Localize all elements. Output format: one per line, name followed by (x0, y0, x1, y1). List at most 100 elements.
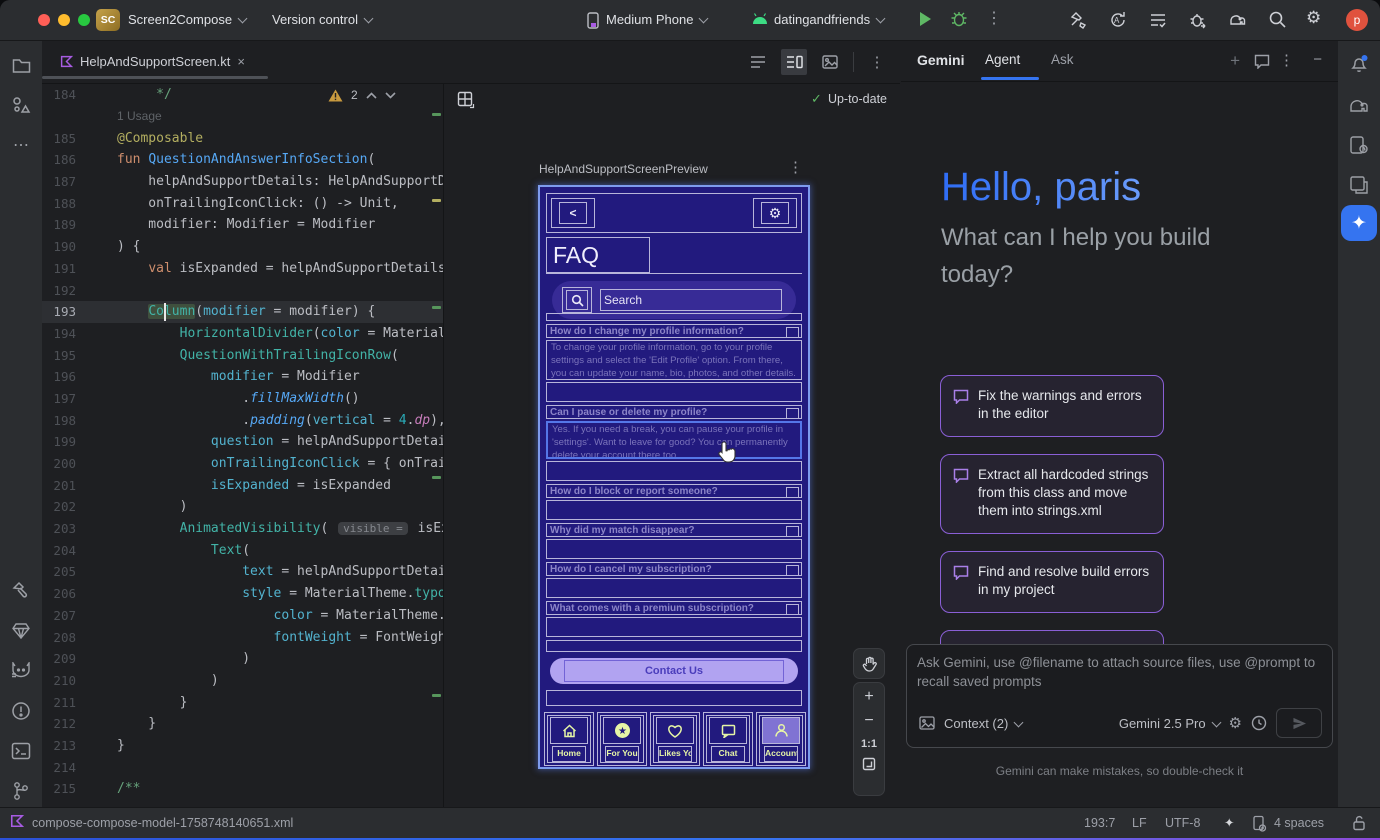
code-line[interactable]: 209 ) (42, 648, 443, 670)
logcat-icon[interactable] (9, 659, 33, 683)
design-view-button[interactable] (817, 49, 843, 75)
layout-inspector-icon[interactable] (1347, 173, 1371, 197)
nav-chat[interactable]: Chat (703, 712, 753, 766)
code-style-icon[interactable] (1252, 815, 1267, 840)
split-view-button[interactable] (781, 49, 807, 75)
zoom-out-button[interactable]: − (864, 711, 873, 731)
code-view-button[interactable] (745, 49, 771, 75)
project-selector[interactable]: Screen2Compose (128, 0, 246, 40)
suggestion-card[interactable]: Extract all hardcoded strings from this … (940, 454, 1164, 534)
nav-for-you[interactable]: ★ For You (597, 712, 647, 766)
gemini-icon[interactable]: ✦ (1341, 205, 1377, 241)
code-line[interactable]: 200 onTrailingIconClick = { onTrai (42, 453, 443, 475)
send-button[interactable] (1276, 708, 1322, 738)
faq-question[interactable]: Can I pause or delete my profile? (546, 405, 802, 419)
prompt-input-box[interactable]: Context (2) Gemini 2.5 Pro ⚙ (906, 644, 1333, 748)
notifications-icon[interactable] (1347, 52, 1371, 76)
preview-name[interactable]: HelpAndSupportScreenPreview (539, 162, 708, 176)
chat-history-icon[interactable] (1254, 54, 1270, 69)
code-line[interactable]: 201 isExpanded = isExpanded (42, 474, 443, 496)
code-line[interactable]: 192 (42, 279, 443, 301)
code-line[interactable]: 195 QuestionWithTrailingIconRow( (42, 344, 443, 366)
window-close-button[interactable] (38, 14, 50, 26)
search-input[interactable]: Search (600, 289, 782, 311)
panel-options-kebab[interactable]: ⋮ (1279, 51, 1294, 69)
code-line[interactable]: 205 text = helpAndSupportDetai (42, 561, 443, 583)
gradle-sync-icon[interactable] (1228, 10, 1248, 30)
prev-problem-icon[interactable] (366, 92, 377, 99)
user-avatar[interactable]: p (1346, 9, 1368, 31)
ai-sparkle-icon[interactable]: ✦ (1224, 808, 1234, 838)
caret-position[interactable]: 193:7 (1084, 808, 1115, 838)
hide-panel-icon[interactable]: − (1313, 51, 1322, 68)
code-line[interactable]: 202 ) (42, 496, 443, 518)
settings-button[interactable]: ⚙ (753, 198, 797, 228)
problems-icon[interactable] (9, 699, 33, 723)
nav-account[interactable]: Account (756, 712, 806, 766)
zoom-actual-button[interactable]: 1:1 (861, 735, 877, 753)
close-icon[interactable]: × (237, 54, 245, 69)
code-line[interactable]: 215/** (42, 778, 443, 800)
indent-setting[interactable]: 4 spaces (1274, 808, 1324, 838)
suggestion-card[interactable]: Find and resolve build errors in my proj… (940, 551, 1164, 613)
faq-question[interactable]: How do I cancel my subscription? (546, 562, 802, 576)
window-minimize-button[interactable] (58, 14, 70, 26)
context-selector[interactable]: Context (2) (944, 716, 1022, 731)
inspection-widget[interactable]: 2 (328, 88, 396, 102)
code-line[interactable]: 214 (42, 756, 443, 778)
code-line[interactable]: 204 Text( (42, 539, 443, 561)
code-line[interactable]: 211 } (42, 691, 443, 713)
more-tool-windows-icon[interactable]: ⋯ (9, 133, 33, 157)
faq-answer-selected[interactable]: Yes. If you need a break, you can pause … (546, 421, 802, 459)
expand-icon[interactable] (786, 526, 799, 538)
code-line[interactable]: 186fun QuestionAndAnswerInfoSection( (42, 149, 443, 171)
file-encoding[interactable]: UTF-8 (1165, 808, 1200, 838)
prompt-input[interactable] (915, 651, 1324, 707)
debug-button[interactable] (950, 10, 968, 28)
code-line[interactable]: 206 style = MaterialTheme.typo (42, 583, 443, 605)
task-list-icon[interactable] (1148, 10, 1168, 30)
expand-icon[interactable] (786, 565, 799, 577)
expand-icon[interactable] (786, 604, 799, 616)
code-line[interactable]: 208 fontWeight = FontWeigh (42, 626, 443, 648)
app-quality-insights-icon[interactable] (9, 619, 33, 643)
project-folder-icon[interactable] (9, 53, 33, 77)
history-icon[interactable] (1251, 715, 1267, 731)
faq-question[interactable]: What comes with a premium subscription? (546, 601, 802, 615)
faq-question[interactable]: Why did my match disappear? (546, 523, 802, 537)
window-zoom-button[interactable] (78, 14, 90, 26)
code-line[interactable]: 199 question = helpAndSupportDetai (42, 431, 443, 453)
code-line[interactable]: 210 ) (42, 670, 443, 692)
back-button[interactable]: < (551, 198, 595, 228)
code-line[interactable]: 196 modifier = Modifier (42, 366, 443, 388)
tab-agent[interactable]: Agent (985, 52, 1020, 67)
code-line[interactable]: 197 .fillMaxWidth() (42, 388, 443, 410)
expand-icon[interactable] (786, 487, 799, 499)
preview-layout-icon[interactable] (457, 91, 475, 109)
faq-question[interactable]: How do I block or report someone? (546, 484, 802, 498)
editor-options-kebab[interactable]: ⋮ (864, 49, 890, 75)
run-configuration-selector[interactable]: datingandfriends (774, 0, 884, 40)
code-line[interactable]: 1 Usage (42, 106, 443, 128)
running-devices-icon[interactable] (1347, 133, 1371, 157)
code-line[interactable]: 207 color = MaterialTheme. (42, 605, 443, 627)
code-line[interactable]: 189 modifier: Modifier = Modifier (42, 214, 443, 236)
code-line[interactable]: 187 helpAndSupportDetails: HelpAndSuppor… (42, 171, 443, 193)
code-editor[interactable]: 184 */1 Usage185@Composable186fun Questi… (42, 84, 443, 808)
code-line[interactable]: 190) { (42, 236, 443, 258)
sync-icon[interactable]: A (1108, 10, 1128, 30)
zoom-fit-icon[interactable] (862, 757, 876, 771)
gemini-settings-icon[interactable]: ⚙ (1229, 714, 1242, 732)
pan-button[interactable] (853, 648, 885, 679)
code-line[interactable]: 213} (42, 735, 443, 757)
profiler-icon[interactable] (1188, 10, 1208, 30)
model-selector[interactable]: Gemini 2.5 Pro (1119, 716, 1220, 731)
unlock-icon[interactable] (1352, 815, 1366, 840)
suggestion-card[interactable]: Fix the warnings and errors in the edito… (940, 375, 1164, 437)
build-icon[interactable] (1068, 10, 1088, 30)
status-file-name[interactable]: compose-compose-model-1758748140651.xml (32, 808, 293, 838)
faq-question[interactable]: How do I change my profile information? (546, 324, 802, 338)
run-more-kebab[interactable]: ⋮ (986, 8, 1002, 28)
vcs-widget[interactable]: Version control (272, 0, 372, 40)
device-selector[interactable]: Medium Phone (606, 0, 707, 40)
